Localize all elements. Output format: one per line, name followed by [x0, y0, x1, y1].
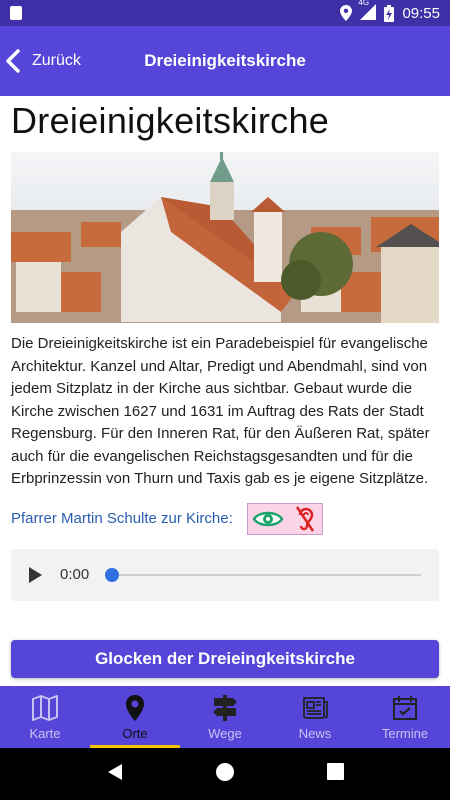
- audio-time: 0:00: [60, 566, 90, 583]
- tab-wege[interactable]: Wege: [180, 686, 270, 748]
- hearing-impaired-icon: [296, 505, 315, 532]
- status-time: 09:55: [402, 4, 440, 22]
- back-label: Zurück: [32, 52, 81, 69]
- church-description: Die Dreieinigkeitskirche ist ein Paradeb…: [11, 335, 430, 487]
- accessibility-button[interactable]: [246, 502, 323, 535]
- tab-karte[interactable]: Karte: [0, 686, 90, 748]
- app-bar: Zurück Dreieinigkeitskirche: [0, 26, 450, 96]
- network-type: 4G: [358, 0, 370, 7]
- location-icon: [340, 5, 353, 21]
- speaker-row: Pfarrer Martin Schulte zur Kirche:: [11, 502, 439, 535]
- battery-charging-icon: [384, 4, 395, 22]
- tab-label: Wege: [208, 725, 242, 741]
- sd-card-icon: [10, 6, 22, 20]
- tab-label: Termine: [381, 725, 429, 741]
- speaker-label: Pfarrer Martin Schulte zur Kirche:: [11, 510, 233, 527]
- nav-home-icon[interactable]: [215, 762, 235, 787]
- newspaper-icon: [303, 696, 328, 719]
- status-bar: 4G 09:55: [0, 0, 450, 26]
- bottom-tab-bar: Karte Orte Wege News Termine: [0, 686, 450, 748]
- bells-button[interactable]: Glocken der Dreieingkeitskirche: [11, 640, 439, 678]
- location-pin-icon: [126, 694, 144, 721]
- tab-termine[interactable]: Termine: [360, 686, 450, 748]
- content-scroll[interactable]: Dreieinigkeitskirche Die Dreieinigkeitsk…: [0, 96, 450, 686]
- tab-label: News: [298, 725, 332, 741]
- system-nav-bar: [0, 748, 450, 800]
- tab-orte[interactable]: Orte: [90, 686, 180, 748]
- eye-icon: [253, 511, 284, 526]
- map-icon: [32, 694, 58, 721]
- signpost-icon: [213, 694, 237, 721]
- network-signal-icon: 4G: [358, 0, 377, 22]
- audio-player: 0:00: [11, 548, 439, 601]
- nav-recents-icon[interactable]: [327, 763, 345, 785]
- seek-knob[interactable]: [105, 567, 120, 582]
- back-button[interactable]: Zurück: [0, 26, 81, 96]
- chevron-left-icon: [6, 49, 20, 73]
- tab-news[interactable]: News: [270, 686, 360, 748]
- page-title: Dreieinigkeitskirche: [11, 100, 330, 141]
- nav-back-icon[interactable]: [106, 763, 124, 786]
- audio-seek-bar[interactable]: [105, 567, 421, 582]
- tab-label: Karte: [29, 725, 61, 741]
- play-icon[interactable]: [29, 566, 42, 583]
- church-photo: [11, 152, 439, 323]
- tab-label: Orte: [122, 725, 148, 741]
- calendar-check-icon: [393, 695, 417, 720]
